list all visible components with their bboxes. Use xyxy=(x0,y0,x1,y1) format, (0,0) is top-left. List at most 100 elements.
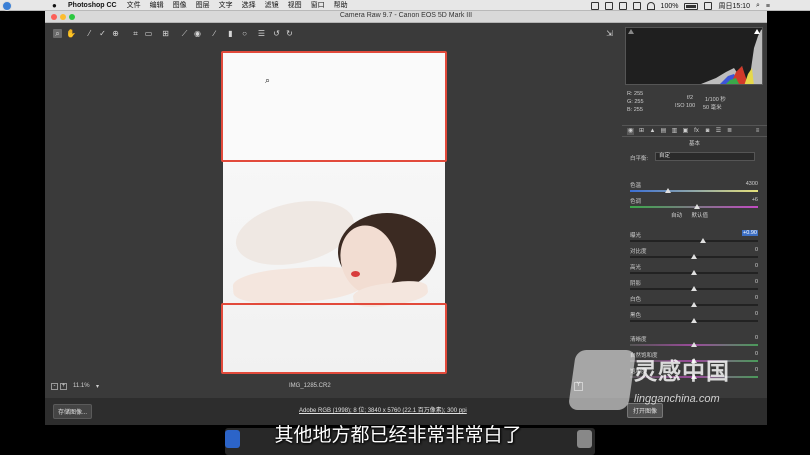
slider-label: 白色 xyxy=(630,297,642,303)
slider-label: 清晰度 xyxy=(630,337,647,343)
straighten-icon[interactable]: ▭ xyxy=(144,29,153,38)
hsl-tab-icon[interactable]: ▤ xyxy=(660,128,667,135)
slider-8[interactable]: 清晰度 0 xyxy=(630,335,758,351)
fullscreen-icon[interactable]: ⇲ xyxy=(605,29,614,38)
slider-value[interactable]: 4300 xyxy=(728,181,758,187)
menu-item-help[interactable]: 帮助 xyxy=(334,0,348,10)
zoom-out-button[interactable]: - xyxy=(51,383,58,390)
zoom-level[interactable]: 11.1% xyxy=(73,383,90,389)
input-method-icon[interactable] xyxy=(704,2,713,10)
search-icon[interactable]: ⌕ xyxy=(756,2,760,10)
menu-item-select[interactable]: 选择 xyxy=(242,0,256,10)
tone-curve-tab-icon[interactable]: ⊞ xyxy=(638,128,645,135)
rotate-right-icon[interactable]: ↻ xyxy=(285,29,294,38)
detail-tab-icon[interactable]: ▲ xyxy=(649,128,656,135)
menu-item-file[interactable]: 文件 xyxy=(127,0,141,10)
slider-thumb[interactable] xyxy=(699,238,706,243)
zoom-dropdown[interactable]: ▾ xyxy=(96,383,99,390)
slider-value[interactable]: 0 xyxy=(728,279,758,285)
battery-icon[interactable] xyxy=(684,2,699,10)
white-balance-select[interactable]: 自定 xyxy=(655,152,755,161)
slider-thumb[interactable] xyxy=(665,188,672,193)
slider-2[interactable]: 曝光 +0.90 xyxy=(630,230,758,247)
menu-item-layer[interactable]: 图层 xyxy=(196,0,210,10)
auto-link[interactable]: 自动 xyxy=(671,213,682,219)
crop-icon[interactable]: ⌗ xyxy=(131,29,140,38)
slider-thumb[interactable] xyxy=(691,302,697,307)
radial-filter-icon[interactable]: ○ xyxy=(240,29,249,38)
color-sampler-icon[interactable]: ✓ xyxy=(98,29,107,38)
status-app-icon[interactable] xyxy=(590,2,599,10)
workflow-options-link[interactable]: Adobe RGB (1998); 8 位; 3840 x 5760 (22.1… xyxy=(299,405,467,414)
hand-icon[interactable]: ✋ xyxy=(66,29,76,38)
slider-7[interactable]: 黑色 0 xyxy=(630,311,758,327)
effects-tab-icon[interactable]: fx xyxy=(693,128,700,135)
snapshots-tab-icon[interactable]: ≣ xyxy=(726,128,733,135)
default-link[interactable]: 默认值 xyxy=(692,213,709,219)
slider-6[interactable]: 白色 0 xyxy=(630,295,758,311)
menu-item-window[interactable]: 窗口 xyxy=(311,0,325,10)
basic-tab-icon[interactable]: ◉ xyxy=(627,128,634,135)
shadow-clipping-icon[interactable] xyxy=(628,29,634,34)
status-app-icon[interactable] xyxy=(604,2,613,10)
slider-value[interactable]: 0 xyxy=(728,295,758,301)
split-toning-tab-icon[interactable]: ▥ xyxy=(671,128,678,135)
apple-icon[interactable]: ● xyxy=(52,1,61,10)
slider-thumb[interactable] xyxy=(691,286,697,291)
slider-0[interactable]: 色温 4300 xyxy=(630,181,758,197)
wifi-icon[interactable] xyxy=(646,2,655,10)
slider-value[interactable]: 0 xyxy=(728,263,758,269)
menu-item-filter[interactable]: 滤镜 xyxy=(265,0,279,10)
screen-recorder-icon[interactable] xyxy=(2,1,12,11)
zoom-in-button[interactable]: + xyxy=(60,383,67,390)
transform-icon[interactable]: ⊞ xyxy=(161,29,170,38)
slider-1[interactable]: 色调 +6 xyxy=(630,197,758,213)
presets-tab-icon[interactable]: ☰ xyxy=(715,128,722,135)
slider-value[interactable]: 0 xyxy=(728,311,758,317)
rotate-left-icon[interactable]: ↺ xyxy=(272,29,281,38)
panel-menu-icon[interactable]: ≡ xyxy=(754,128,761,135)
slider-3[interactable]: 对比度 0 xyxy=(630,247,758,263)
green-value: G: 255 xyxy=(627,99,644,105)
status-app-icon[interactable] xyxy=(618,2,627,10)
menu-item-edit[interactable]: 编辑 xyxy=(150,0,164,10)
adjustment-brush-icon[interactable]: ∕ xyxy=(210,29,219,38)
highlight-clipping-icon[interactable] xyxy=(754,29,760,34)
slider-thumb[interactable] xyxy=(691,270,697,275)
slider-4[interactable]: 高光 0 xyxy=(630,263,758,279)
slider-value[interactable]: +0.90 xyxy=(742,230,758,236)
red-eye-icon[interactable]: ◉ xyxy=(193,29,202,38)
zoom-icon[interactable]: ⌕ xyxy=(53,29,62,38)
spot-removal-icon[interactable]: ⟋ xyxy=(180,29,189,38)
slider-value[interactable]: 0 xyxy=(728,247,758,253)
slider-thumb[interactable] xyxy=(691,254,697,259)
save-image-button[interactable]: 存储图像... xyxy=(53,404,93,419)
camera-calibration-tab-icon[interactable]: ◙ xyxy=(704,128,711,135)
lens-tab-icon[interactable]: ▣ xyxy=(682,128,689,135)
app-menu[interactable]: Photoshop CC xyxy=(68,2,117,9)
slider-value[interactable]: +6 xyxy=(728,197,758,203)
slider-label: 色温 xyxy=(630,183,642,189)
photo-subject-lips xyxy=(351,271,360,277)
menu-item-view[interactable]: 视图 xyxy=(288,0,302,10)
watermark-brand: 灵感中国 xyxy=(634,359,730,385)
menu-item-type[interactable]: 文字 xyxy=(219,0,233,10)
graduated-filter-icon[interactable]: ▮ xyxy=(226,29,235,38)
slider-value[interactable]: 0 xyxy=(728,335,758,341)
histogram xyxy=(625,27,763,85)
status-app-icon[interactable] xyxy=(632,2,641,10)
image-preview-area[interactable]: ⌕ xyxy=(45,45,622,374)
clock[interactable]: 周日15:10 xyxy=(718,1,750,11)
menu-list-icon[interactable]: ≡ xyxy=(766,3,770,10)
white-balance-label: 白平衡: xyxy=(630,156,649,162)
targeted-adjustment-icon[interactable]: ⊕ xyxy=(111,29,120,38)
slider-thumb[interactable] xyxy=(693,204,700,209)
slider-5[interactable]: 阴影 0 xyxy=(630,279,758,295)
preferences-icon[interactable]: ☰ xyxy=(257,29,266,38)
slider-thumb[interactable] xyxy=(691,342,697,347)
white-balance-icon[interactable]: ⁄ xyxy=(85,29,94,38)
slider-track[interactable] xyxy=(630,190,758,192)
menu-item-image[interactable]: 图像 xyxy=(173,0,187,10)
slider-track[interactable] xyxy=(630,240,758,242)
slider-thumb[interactable] xyxy=(691,318,697,323)
